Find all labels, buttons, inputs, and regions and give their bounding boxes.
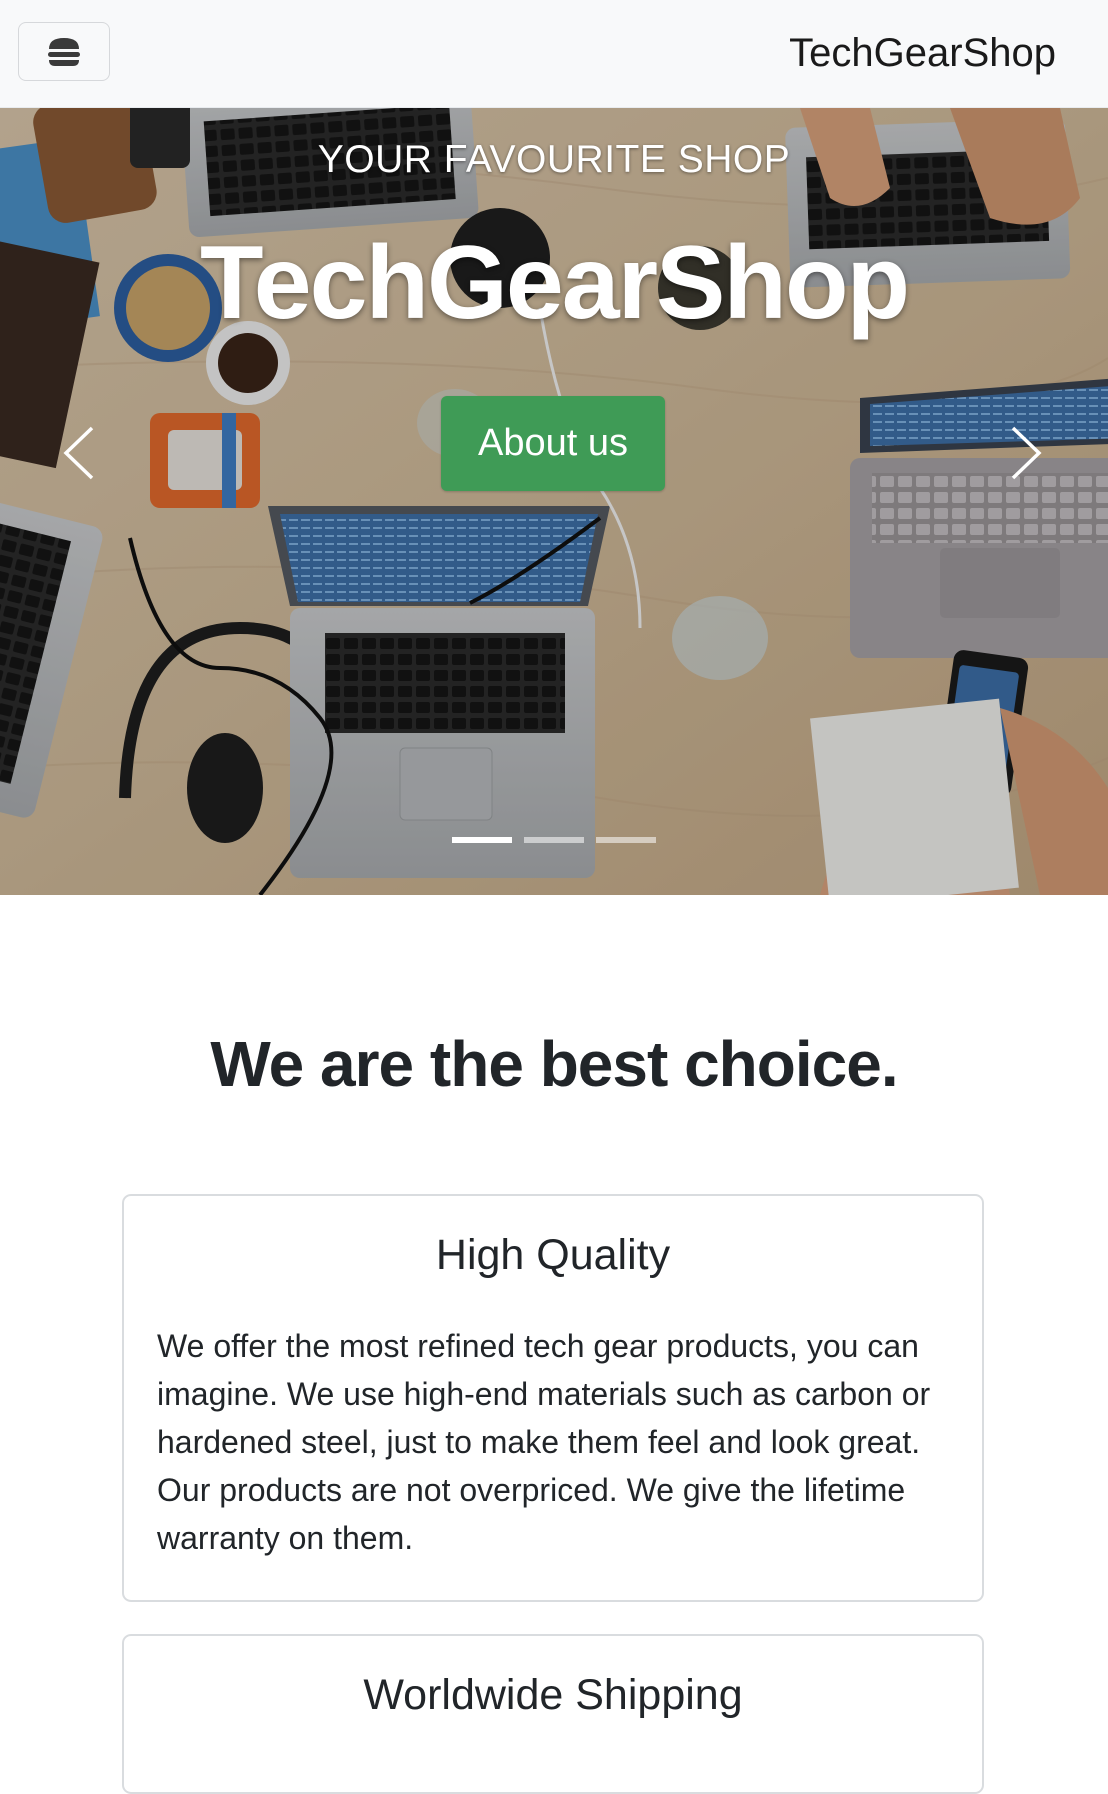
card-title: Worldwide Shipping xyxy=(363,1671,743,1719)
hero-title: TechGearShop xyxy=(199,225,910,341)
carousel-prev-button[interactable] xyxy=(43,408,113,498)
navbar-brand[interactable]: TechGearShop xyxy=(789,28,1056,78)
about-us-button[interactable]: About us xyxy=(441,396,665,491)
carousel-indicator-2[interactable] xyxy=(524,837,584,843)
feature-card-high-quality: High Quality We offer the most refined t… xyxy=(122,1194,984,1602)
feature-card-worldwide-shipping: Worldwide Shipping xyxy=(122,1634,984,1794)
hero-eyebrow: YOUR FAVOURITE SHOP xyxy=(317,138,791,181)
features-heading: We are the best choice. xyxy=(210,1028,898,1100)
carousel-next-button[interactable] xyxy=(992,408,1062,498)
card-title: High Quality xyxy=(435,1231,671,1279)
menu-toggle-button[interactable] xyxy=(18,22,110,81)
hero-carousel: YOUR FAVOURITE SHOP TechGearShop About u… xyxy=(0,108,1108,895)
card-text: We offer the most refined tech gear prod… xyxy=(157,1328,931,1556)
carousel-indicators xyxy=(0,837,1108,843)
chevron-left-icon xyxy=(63,426,94,480)
carousel-indicator-1[interactable] xyxy=(452,837,512,843)
chevron-right-icon xyxy=(1011,426,1042,480)
carousel-indicator-3[interactable] xyxy=(596,837,656,843)
hamburger-icon xyxy=(48,37,80,66)
navbar: TechGearShop xyxy=(0,0,1108,108)
